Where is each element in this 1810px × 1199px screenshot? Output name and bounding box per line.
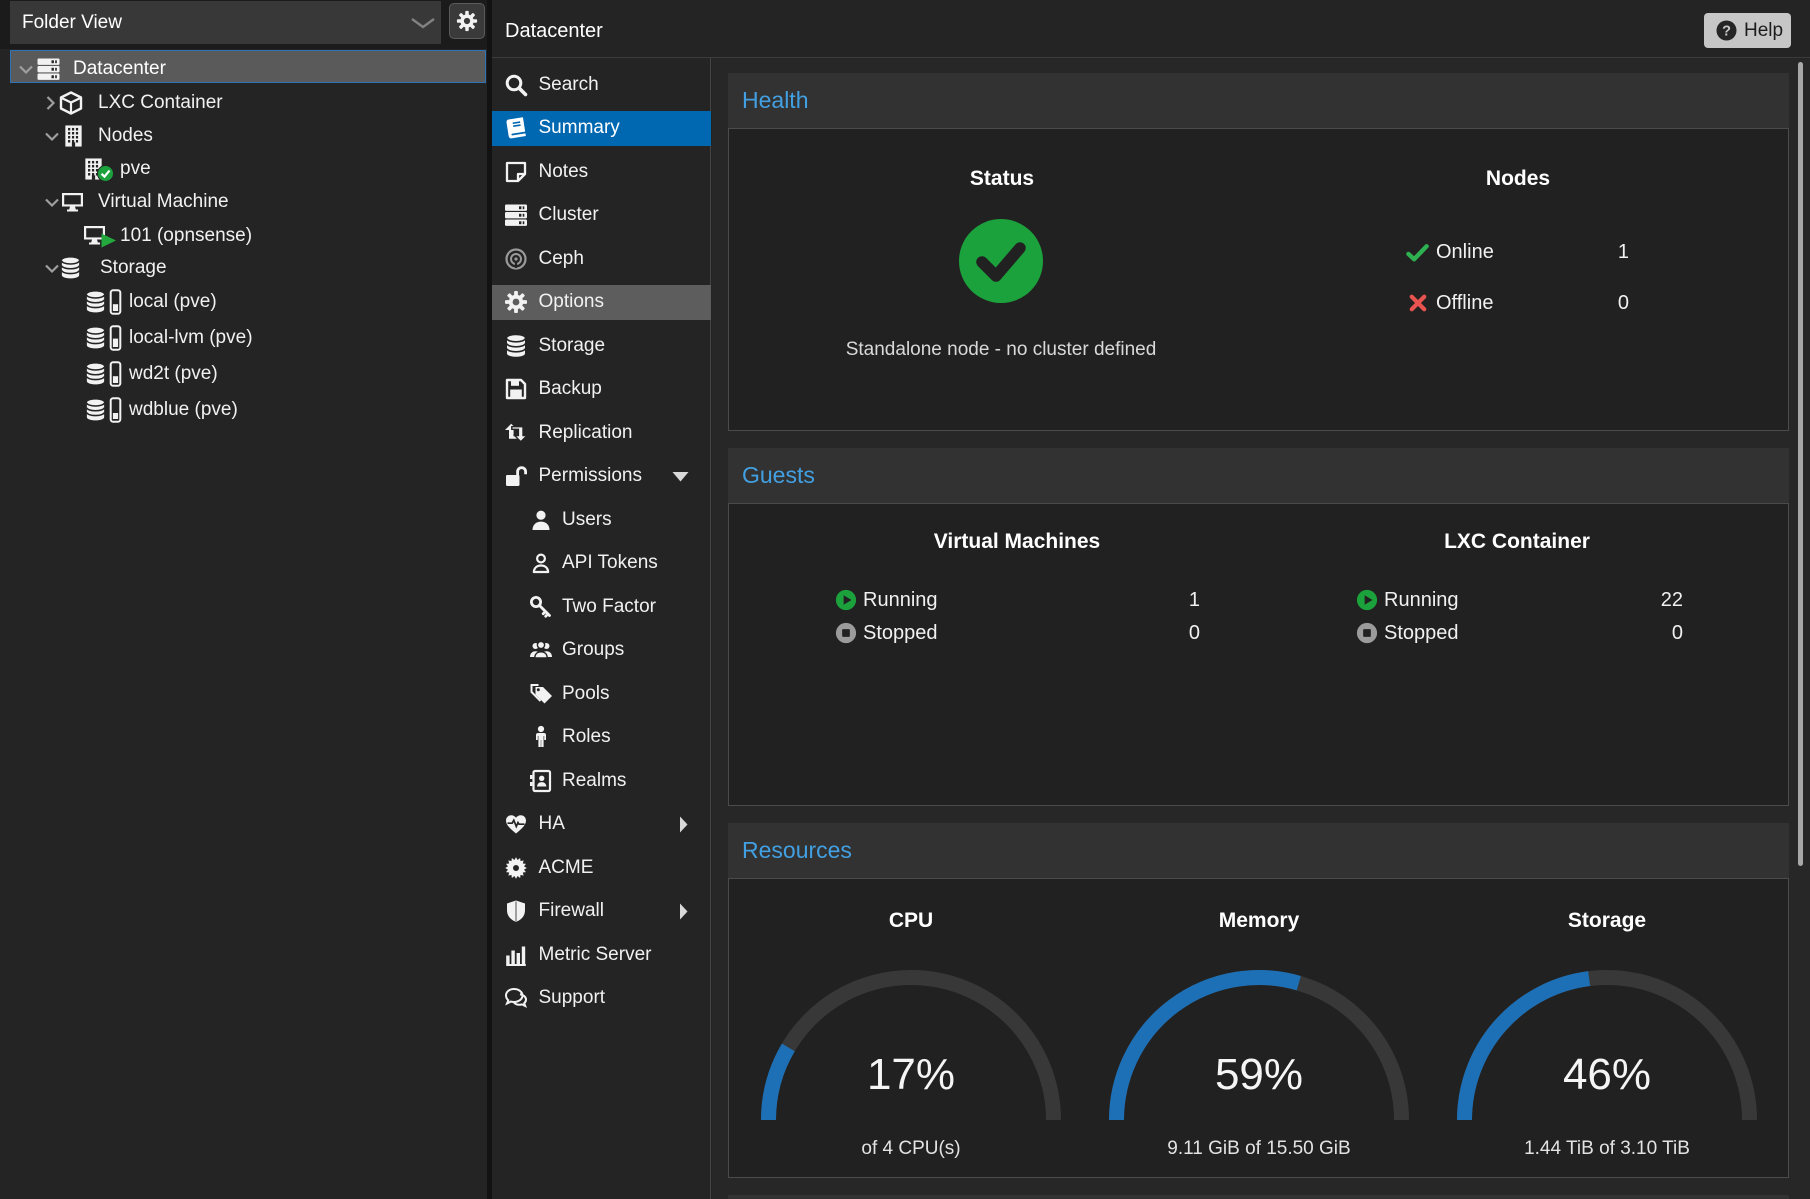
svg-text:?: ? <box>1722 23 1731 39</box>
